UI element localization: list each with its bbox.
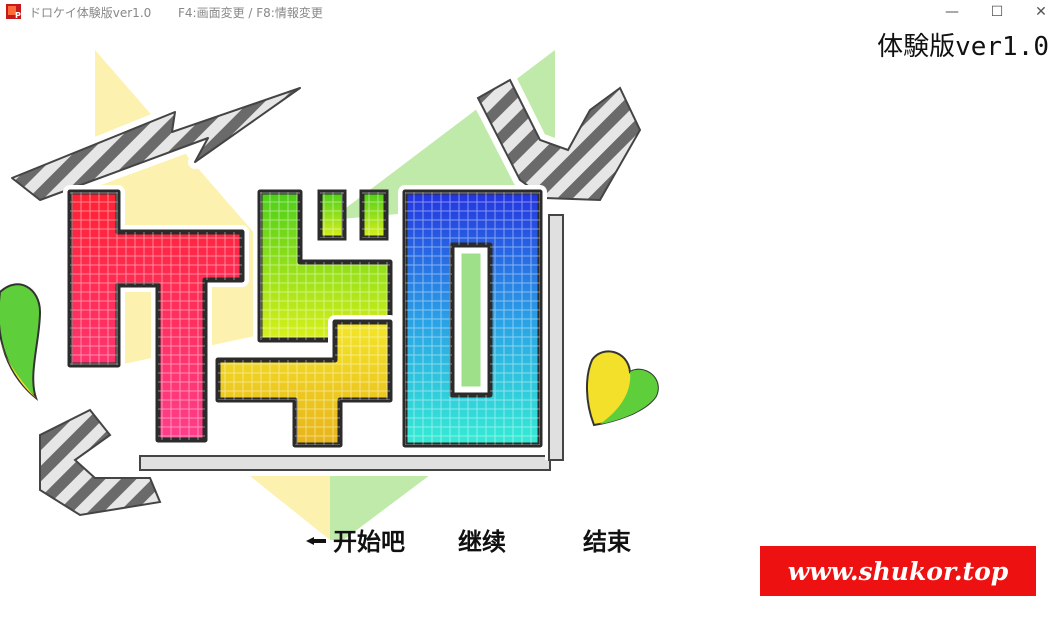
- minimize-button[interactable]: —: [930, 0, 974, 23]
- title-bar[interactable]: P ドロケイ体験版ver1.0 F4:画面変更 / F8:情報変更 — ☐ ✕: [0, 0, 1063, 23]
- game-logo: [0, 50, 666, 540]
- menu-start-button[interactable]: 开始吧: [333, 522, 405, 557]
- close-button[interactable]: ✕: [1019, 0, 1063, 23]
- main-menu: 开始吧 继续 结束: [0, 522, 700, 558]
- logo-block-blue: [398, 185, 547, 452]
- heart-right: [578, 343, 666, 435]
- app-icon: P: [6, 4, 21, 19]
- maximize-icon: ☐: [990, 3, 1004, 20]
- minimize-icon: —: [945, 3, 959, 20]
- svg-text:P: P: [15, 11, 21, 19]
- heart-left: [0, 276, 50, 409]
- watermark-text: www.shukor.top: [787, 556, 1009, 586]
- window-hotkey-hint: F4:画面変更 / F8:情報変更: [178, 6, 323, 20]
- maximize-button[interactable]: ☐: [975, 0, 1019, 23]
- version-label: 体験版ver1.0: [877, 32, 1049, 62]
- window-title: ドロケイ体験版ver1.0: [29, 6, 152, 20]
- menu-end-button[interactable]: 结束: [583, 522, 631, 557]
- menu-continue-button[interactable]: 继续: [458, 522, 506, 557]
- game-window: P ドロケイ体験版ver1.0 F4:画面変更 / F8:情報変更 — ☐ ✕ …: [0, 0, 1063, 623]
- selection-cursor-icon: [306, 537, 326, 545]
- watermark-banner: www.shukor.top: [760, 546, 1036, 596]
- close-icon: ✕: [1035, 3, 1047, 20]
